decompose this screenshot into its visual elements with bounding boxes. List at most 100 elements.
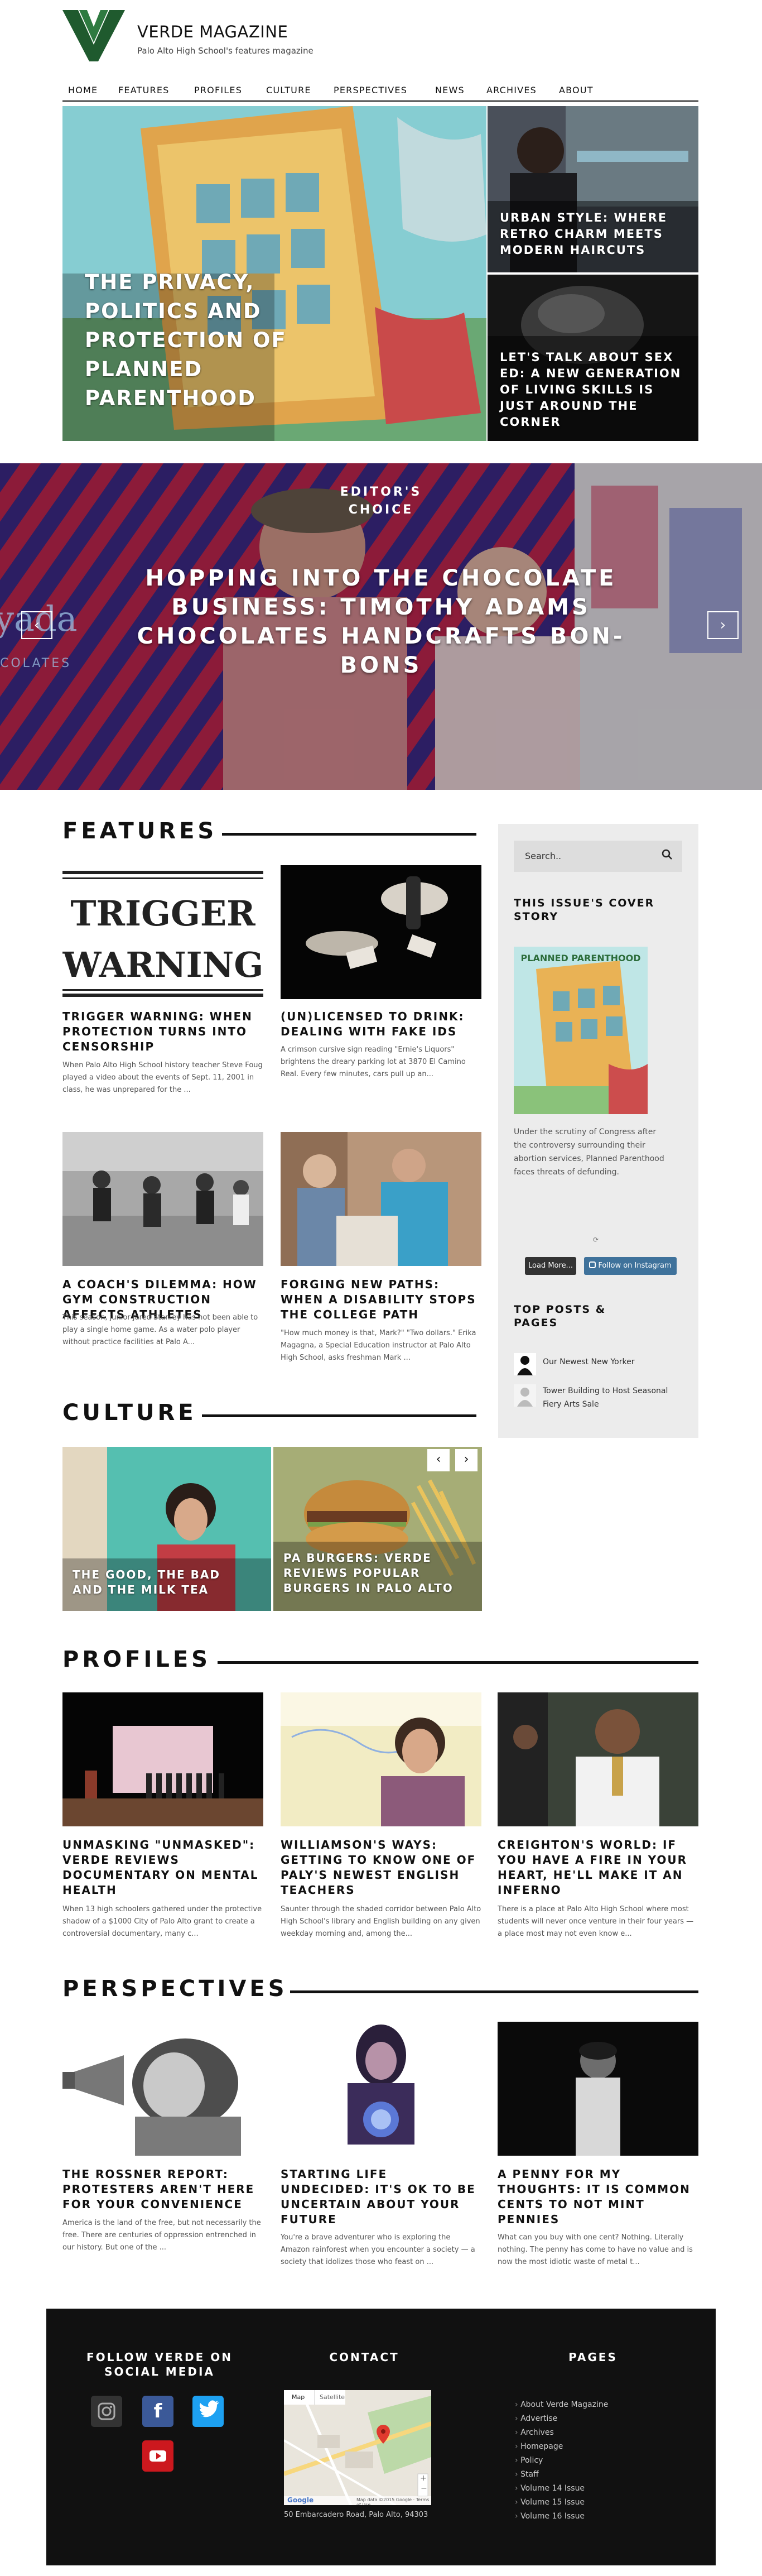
youtube-icon[interactable] [142, 2440, 173, 2472]
footer-page-link[interactable]: About Verde Magazine [515, 2398, 608, 2412]
cover-story-heading: THIS ISSUE'S COVER STORY [514, 897, 655, 923]
search-icon[interactable] [661, 848, 673, 863]
feature-card-1-title[interactable]: TRIGGER WARNING: WHEN PROTECTION TURNS I… [62, 1009, 263, 1054]
map-zoom-out-button[interactable]: − [421, 2484, 427, 2493]
trigger-warning-line1: TRIGGER [70, 893, 255, 934]
facebook-icon[interactable]: f [142, 2396, 173, 2427]
profile-card-3-title[interactable]: CREIGHTON'S WORLD: IF YOU HAVE A FIRE IN… [498, 1838, 698, 1898]
feature-card-2-image[interactable] [281, 865, 481, 999]
profile-card-1-title[interactable]: UNMASKING "UNMASKED": VERDE REVIEWS DOCU… [62, 1838, 263, 1898]
top-post-2-thumb[interactable] [514, 1384, 536, 1407]
feature-card-2-title[interactable]: (UN)LICENSED TO DRINK: DEALING WITH FAKE… [281, 1009, 481, 1039]
footer-page-link[interactable]: Volume 15 Issue [515, 2496, 608, 2510]
sidebar: Search.. THIS ISSUE'S COVER STORY PLANNE… [498, 824, 698, 1438]
footer-page-link[interactable]: Advertise [515, 2412, 608, 2426]
instagram-icon [589, 1261, 596, 1268]
load-more-button[interactable]: Load More... [525, 1257, 576, 1275]
contact-map[interactable]: Map Satellite + − Google Map data ©2015 … [284, 2390, 431, 2505]
profile-card-3-image[interactable] [498, 1692, 698, 1826]
top-post-1-thumb[interactable] [514, 1353, 536, 1375]
perspectives-heading[interactable]: PERSPECTIVES [62, 1976, 288, 2002]
perspective-card-3-image[interactable] [498, 2022, 698, 2156]
slider-prev-button[interactable]: ‹ [21, 611, 52, 639]
hero-bottom-right-story[interactable]: LET'S TALK ABOUT SEX ED: A NEW GENERATIO… [488, 275, 698, 441]
site-tagline: Palo Alto High School's features magazin… [137, 46, 314, 56]
footer-page-link[interactable]: Staff [515, 2468, 608, 2482]
footer-page-link[interactable]: Volume 14 Issue [515, 2482, 608, 2496]
map-tab-map[interactable]: Map [292, 2393, 305, 2401]
map-tab-satellite[interactable]: Satellite [320, 2393, 345, 2401]
slider-title[interactable]: HOPPING INTO THE CHOCOLATE BUSINESS: TIM… [112, 564, 650, 680]
perspective-card-3-title[interactable]: A PENNY FOR MY THOUGHTS: IT IS COMMON CE… [498, 2167, 698, 2227]
feature-card-1-image[interactable]: TRIGGER WARNING [62, 865, 263, 999]
culture-item-1-title[interactable]: THE GOOD, THE BAD AND THE MILK TEA [73, 1567, 251, 1598]
hero-main-title[interactable]: THE PRIVACY, POLITICS AND PROTECTION OF … [85, 268, 347, 413]
map-zoom-in-button[interactable]: + [420, 2474, 427, 2483]
profiles-heading[interactable]: PROFILES [62, 1647, 211, 1672]
perspective-card-2-image[interactable] [281, 2022, 481, 2156]
cover-image[interactable]: PLANNED PARENTHOOD [514, 947, 648, 1114]
hero-main-story[interactable]: THE PRIVACY, POLITICS AND PROTECTION OF … [62, 106, 486, 441]
culture-item-1[interactable]: THE GOOD, THE BAD AND THE MILK TEA [62, 1447, 271, 1611]
hero-top-right-story[interactable]: URBAN STYLE: WHERE RETRO CHARM MEETS MOD… [488, 106, 698, 272]
map-pin-icon[interactable] [377, 2425, 390, 2446]
editors-choice-slider[interactable]: yada COLATES EDITOR'S CHOICE HOPPING INT… [0, 463, 762, 790]
footer: FOLLOW VERDE ON SOCIAL MEDIA f CONTACT M… [46, 2309, 716, 2565]
search-placeholder: Search.. [525, 851, 562, 861]
feature-card-3-excerpt: This season, junior Jared Stanley has no… [62, 1313, 258, 1346]
culture-divider [202, 1414, 476, 1417]
perspective-card-2-excerpt: You're a brave adventurer who is explori… [281, 2233, 475, 2266]
profile-card-2-excerpt: Saunter through the shaded corridor betw… [281, 1905, 481, 1938]
profile-card-2-title[interactable]: WILLIAMSON'S WAYS: GETTING TO KNOW ONE O… [281, 1838, 481, 1898]
features-heading[interactable]: FEATURES [62, 818, 217, 844]
profile-card-3-excerpt: There is a place at Palo Alto High Schoo… [498, 1905, 694, 1938]
perspectives-divider [290, 1990, 698, 1993]
culture-item-2-title[interactable]: PA BURGERS: VERDE REVIEWS POPULAR BURGER… [283, 1551, 467, 1596]
culture-item-2[interactable]: PA BURGERS: VERDE REVIEWS POPULAR BURGER… [273, 1447, 482, 1611]
footer-pages-heading: PAGES [568, 2350, 618, 2364]
nav-features[interactable]: FEATURES [118, 85, 169, 95]
culture-heading[interactable]: CULTURE [62, 1400, 197, 1426]
footer-page-link[interactable]: Volume 16 Issue [515, 2510, 608, 2524]
profile-card-2-image[interactable] [281, 1692, 481, 1826]
footer-page-link[interactable]: Homepage [515, 2440, 608, 2454]
feature-card-4-excerpt: "How much money is that, Mark?" "Two dol… [281, 1329, 476, 1362]
nav-archives[interactable]: ARCHIVES [486, 85, 537, 95]
footer-social-heading: FOLLOW VERDE ON SOCIAL MEDIA [86, 2350, 233, 2378]
site-title[interactable]: VERDE MAGAZINE [137, 22, 288, 41]
perspective-card-1-title[interactable]: THE ROSSNER REPORT: PROTESTERS AREN'T HE… [62, 2167, 263, 2212]
perspective-card-1-image[interactable] [62, 2022, 263, 2156]
slider-next-button[interactable]: › [707, 611, 739, 639]
perspective-card-2-title[interactable]: STARTING LIFE UNDECIDED: IT'S OK TO BE U… [281, 2167, 481, 2227]
culture-next-button[interactable]: › [455, 1449, 478, 1471]
footer-page-link[interactable]: Archives [515, 2426, 608, 2440]
instagram-icon[interactable] [91, 2396, 122, 2427]
footer-page-link[interactable]: Policy [515, 2454, 608, 2468]
follow-instagram-button[interactable]: Follow on Instagram [584, 1257, 677, 1275]
feature-card-2-excerpt: A crimson cursive sign reading "Ernie's … [281, 1045, 466, 1078]
verde-logo[interactable] [62, 10, 125, 61]
trigger-warning-line2: WARNING [62, 944, 263, 985]
hero-bottom-right-title[interactable]: LET'S TALK ABOUT SEX ED: A NEW GENERATIO… [500, 349, 684, 430]
nav-culture[interactable]: CULTURE [266, 85, 311, 95]
follow-instagram-label: Follow on Instagram [598, 1261, 672, 1270]
top-post-2-link[interactable]: Tower Building to Host Seasonal Fiery Ar… [543, 1384, 677, 1411]
nav-about[interactable]: ABOUT [559, 85, 594, 95]
footer-pages-list: About Verde Magazine Advertise Archives … [515, 2398, 608, 2524]
twitter-icon[interactable] [192, 2396, 224, 2427]
feature-card-3-image[interactable] [62, 1132, 263, 1266]
profile-card-1-image[interactable] [62, 1692, 263, 1826]
culture-prev-button[interactable]: ‹ [427, 1449, 450, 1471]
feature-card-4-title[interactable]: FORGING NEW PATHS: WHEN A DISABILITY STO… [281, 1277, 481, 1322]
nav-perspectives[interactable]: PERSPECTIVES [334, 85, 407, 95]
nav-home[interactable]: HOME [68, 85, 98, 95]
nav-news[interactable]: NEWS [435, 85, 465, 95]
hero-top-right-title[interactable]: URBAN STYLE: WHERE RETRO CHARM MEETS MOD… [500, 210, 684, 258]
feature-card-4-image[interactable] [281, 1132, 481, 1266]
footer-contact-heading: CONTACT [329, 2350, 399, 2364]
loading-icon: ⟳ [593, 1236, 599, 1244]
map-terms[interactable]: Map data ©2015 Google · Terms of Use [356, 2497, 431, 2505]
nav-profiles[interactable]: PROFILES [194, 85, 242, 95]
search-input[interactable]: Search.. [514, 841, 682, 872]
top-post-1-link[interactable]: Our Newest New Yorker [543, 1357, 634, 1366]
